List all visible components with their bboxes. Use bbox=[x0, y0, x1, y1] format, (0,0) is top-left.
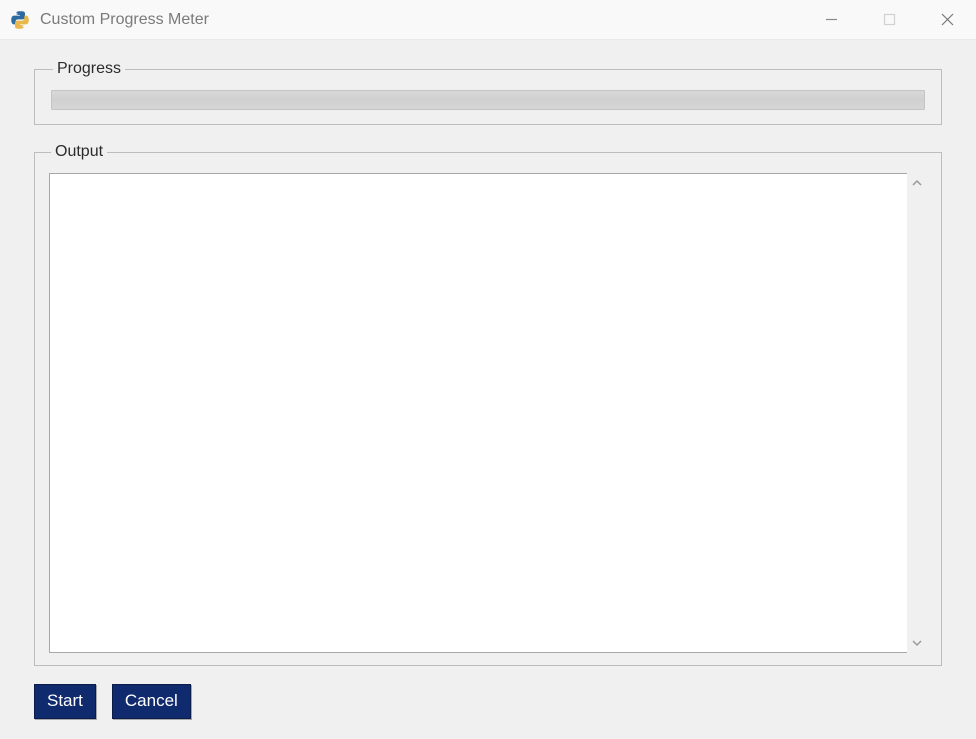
client-area: Progress Output Start Cancel bbox=[0, 40, 976, 739]
minimize-button[interactable] bbox=[802, 0, 860, 39]
window-controls bbox=[802, 0, 976, 39]
progress-bar bbox=[51, 90, 925, 110]
chevron-up-icon bbox=[911, 177, 923, 189]
cancel-button[interactable]: Cancel bbox=[112, 684, 191, 719]
close-button[interactable] bbox=[918, 0, 976, 39]
output-scrollbar[interactable] bbox=[907, 173, 927, 653]
chevron-down-icon bbox=[911, 637, 923, 649]
progress-group-label: Progress bbox=[53, 60, 125, 78]
window-title: Custom Progress Meter bbox=[40, 11, 802, 29]
scroll-up-button[interactable] bbox=[907, 173, 927, 193]
scrollbar-track[interactable] bbox=[907, 193, 927, 633]
button-row: Start Cancel bbox=[34, 684, 942, 719]
progress-group: Progress bbox=[34, 60, 942, 125]
output-textarea[interactable] bbox=[49, 173, 907, 653]
titlebar[interactable]: Custom Progress Meter bbox=[0, 0, 976, 40]
scroll-down-button[interactable] bbox=[907, 633, 927, 653]
start-button[interactable]: Start bbox=[34, 684, 96, 719]
output-group-label: Output bbox=[51, 143, 107, 161]
output-group: Output bbox=[34, 143, 942, 666]
maximize-button[interactable] bbox=[860, 0, 918, 39]
python-app-icon bbox=[10, 10, 30, 30]
